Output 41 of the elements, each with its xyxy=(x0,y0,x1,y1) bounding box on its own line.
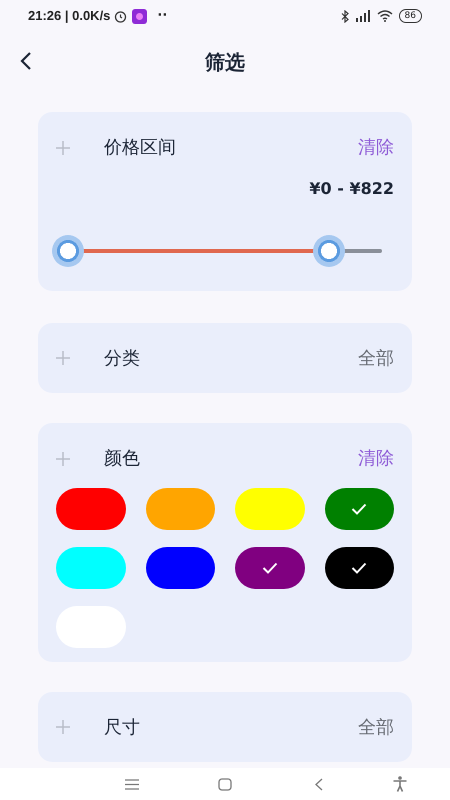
page-title: 筛选 xyxy=(205,49,245,76)
bluetooth-icon xyxy=(340,10,350,22)
clear-button[interactable]: 清除 xyxy=(358,134,394,161)
check-icon xyxy=(351,503,368,515)
section-value: 全部 xyxy=(358,346,394,370)
slider-thumb[interactable] xyxy=(52,235,84,267)
status-more: ·· xyxy=(157,7,168,26)
plus-icon xyxy=(56,140,70,154)
color-swatch[interactable] xyxy=(56,547,126,589)
color-swatch[interactable] xyxy=(56,488,126,530)
slider-thumb[interactable] xyxy=(312,235,345,267)
color-swatch[interactable] xyxy=(324,547,394,589)
section-title: 颜色 xyxy=(104,447,140,471)
accessibility-icon[interactable] xyxy=(393,776,407,792)
size-card[interactable]: 尺寸 全部 xyxy=(38,692,412,762)
back-icon[interactable] xyxy=(315,778,323,790)
alarm-icon xyxy=(114,10,128,22)
app-icon xyxy=(132,8,148,24)
color-swatch[interactable] xyxy=(146,488,215,530)
home-icon[interactable] xyxy=(218,778,232,790)
check-icon xyxy=(351,562,368,574)
section-value: 全部 xyxy=(358,716,394,740)
color-swatch[interactable] xyxy=(146,547,215,589)
plus-icon xyxy=(56,720,70,734)
color-swatch[interactable] xyxy=(235,547,304,589)
price-range: ¥0 - ¥822 xyxy=(309,178,394,200)
section-title: 价格区间 xyxy=(104,136,176,160)
clear-button[interactable]: 清除 xyxy=(358,445,394,472)
signal-icon xyxy=(356,10,370,22)
color-swatch[interactable] xyxy=(324,488,394,530)
wifi-icon xyxy=(376,10,393,22)
color-swatch[interactable] xyxy=(235,488,304,530)
section-title: 分类 xyxy=(104,346,140,370)
check-icon xyxy=(262,562,278,574)
section-title: 尺寸 xyxy=(104,716,140,740)
battery-indicator: 86 xyxy=(398,9,422,23)
category-card[interactable]: 分类 全部 xyxy=(38,323,412,393)
menu-icon[interactable] xyxy=(125,778,139,790)
plus-icon xyxy=(56,351,70,365)
status-time: 21:26 | 0.0K/s xyxy=(28,7,110,26)
plus-icon xyxy=(56,452,70,466)
